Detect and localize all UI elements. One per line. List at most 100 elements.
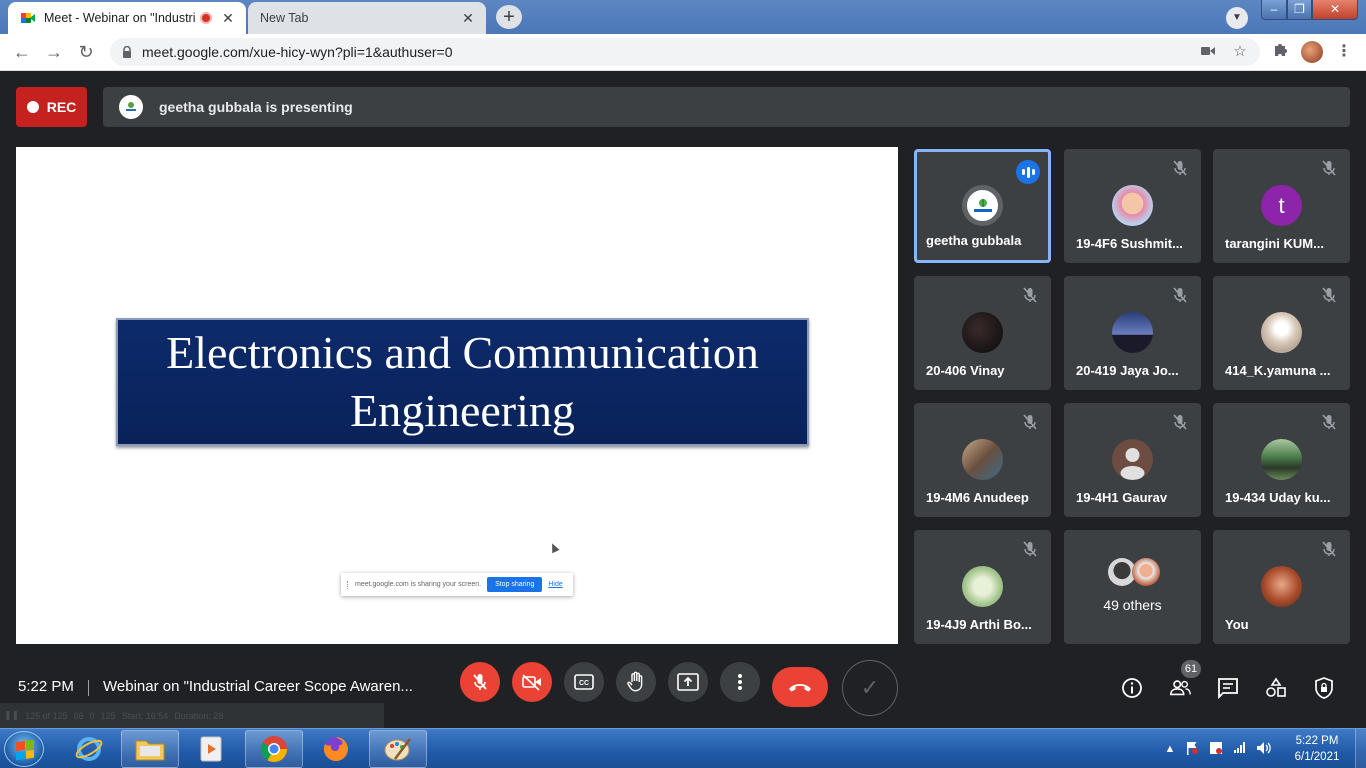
activities-button[interactable] bbox=[1264, 676, 1288, 700]
host-controls-button[interactable] bbox=[1312, 676, 1336, 700]
file-explorer-icon[interactable] bbox=[121, 730, 179, 768]
system-clock[interactable]: 5:22 PM 6/1/2021 bbox=[1280, 733, 1354, 765]
address-bar[interactable]: meet.google.com/xue-hicy-wyn?pli=1&authu… bbox=[110, 38, 1260, 66]
reload-icon[interactable]: ↻ bbox=[74, 40, 98, 64]
camera-toggle-button[interactable] bbox=[512, 662, 552, 702]
network-signal-icon[interactable] bbox=[1232, 741, 1248, 757]
more-options-button[interactable] bbox=[720, 662, 760, 702]
security-alert-icon[interactable] bbox=[1208, 741, 1224, 757]
shared-screen[interactable]: Electronics and Communication Engineerin… bbox=[16, 147, 898, 644]
minimize-window-button[interactable]: – bbox=[1261, 0, 1287, 20]
participant-tile[interactable]: geetha gubbala bbox=[914, 149, 1051, 263]
avatar bbox=[962, 312, 1003, 353]
pause-icon[interactable]: ❚❚ bbox=[4, 710, 19, 721]
action-center-flag-icon[interactable] bbox=[1184, 741, 1200, 757]
close-tab-icon[interactable]: ✕ bbox=[460, 10, 476, 27]
new-tab-button[interactable]: + bbox=[496, 5, 522, 29]
divider bbox=[88, 680, 89, 696]
mic-off-icon bbox=[1322, 541, 1336, 557]
forward-icon[interactable]: → bbox=[42, 40, 66, 64]
rec-label: REC bbox=[46, 99, 77, 115]
start-button[interactable] bbox=[4, 731, 44, 767]
participant-tile-others[interactable]: 49 others bbox=[1064, 530, 1201, 644]
internet-explorer-icon[interactable] bbox=[60, 730, 118, 768]
shield-lock-icon bbox=[1315, 677, 1333, 699]
meeting-title[interactable]: Webinar on "Industrial Career Scope Awar… bbox=[103, 678, 453, 695]
participant-name: geetha gubbala bbox=[926, 233, 1022, 248]
participant-tile[interactable]: 19-4M6 Anudeep bbox=[914, 403, 1051, 517]
speaking-indicator-icon bbox=[1016, 160, 1040, 184]
participant-tile[interactable]: 19-4H1 Gaurav bbox=[1064, 403, 1201, 517]
avatar bbox=[962, 566, 1003, 607]
people-icon bbox=[1169, 680, 1191, 696]
mic-off-icon bbox=[1322, 287, 1336, 303]
camera-in-use-icon[interactable] bbox=[1198, 42, 1218, 62]
presenting-banner: geetha gubbala is presenting bbox=[103, 87, 1350, 127]
chat-button[interactable] bbox=[1216, 676, 1240, 700]
paint-icon[interactable] bbox=[369, 730, 427, 768]
firefox-icon[interactable] bbox=[307, 730, 365, 768]
participant-tile[interactable]: 20-406 Vinay bbox=[914, 276, 1051, 390]
hide-link[interactable]: Hide bbox=[548, 581, 562, 588]
attendance-total: 125 of 125 bbox=[25, 710, 68, 721]
close-window-button[interactable]: ✕ bbox=[1312, 0, 1358, 20]
maximize-window-button[interactable]: ❐ bbox=[1287, 0, 1312, 20]
close-tab-icon[interactable]: ✕ bbox=[220, 10, 236, 27]
participant-name: 20-406 Vinay bbox=[926, 363, 1005, 378]
drag-grip-icon[interactable] bbox=[347, 580, 349, 589]
people-button[interactable] bbox=[1168, 676, 1192, 700]
participant-tile[interactable]: 414_K.yamuna ... bbox=[1213, 276, 1350, 390]
meeting-details-button[interactable] bbox=[1120, 676, 1144, 700]
tab-new-tab[interactable]: New Tab ✕ bbox=[248, 2, 486, 34]
browser-menu-icon[interactable]: ⋮ bbox=[1336, 42, 1352, 62]
attendance-duration: Duration: 28 bbox=[174, 710, 224, 721]
participant-tile[interactable]: 19-4F6 Sushmit... bbox=[1064, 149, 1201, 263]
people-count-badge: 61 bbox=[1181, 660, 1201, 678]
present-screen-icon bbox=[677, 673, 699, 691]
others-count: 49 others bbox=[1103, 597, 1162, 613]
stop-sharing-button[interactable]: Stop sharing bbox=[487, 577, 543, 592]
avatar bbox=[1261, 312, 1302, 353]
checkmark-icon[interactable]: ✓ bbox=[842, 660, 898, 716]
tab-meet[interactable]: Meet - Webinar on "Industri ✕ bbox=[8, 2, 246, 34]
meet-control-bar: 5:22 PM Webinar on "Industrial Career Sc… bbox=[0, 660, 1366, 730]
attendance-extension-bar[interactable]: ❚❚ 125 of 125 66 0 125 Start: 16:54 Dura… bbox=[0, 703, 384, 728]
present-now-button[interactable] bbox=[668, 662, 708, 702]
google-meet-icon bbox=[21, 13, 35, 23]
profile-avatar[interactable] bbox=[1301, 41, 1323, 63]
volume-icon[interactable] bbox=[1256, 741, 1272, 757]
show-hidden-icons-icon[interactable]: ▲ bbox=[1162, 741, 1178, 757]
participant-tile[interactable]: 19-434 Uday ku... bbox=[1213, 403, 1350, 517]
participant-name: tarangini KUM... bbox=[1225, 236, 1324, 251]
record-dot-icon bbox=[26, 101, 39, 113]
system-date: 6/1/2021 bbox=[1294, 751, 1340, 763]
windows-taskbar: ▲ 5:22 PM 6/1/2021 bbox=[0, 728, 1366, 768]
raise-hand-button[interactable] bbox=[616, 662, 656, 702]
participant-tile-self[interactable]: You bbox=[1213, 530, 1350, 644]
avatar bbox=[962, 439, 1003, 480]
leave-call-button[interactable] bbox=[772, 667, 828, 707]
chrome-icon[interactable] bbox=[245, 730, 303, 768]
media-player-icon[interactable] bbox=[182, 730, 240, 768]
windows-logo-icon bbox=[16, 739, 34, 761]
extensions-icon[interactable] bbox=[1270, 42, 1290, 62]
hand-icon bbox=[627, 671, 643, 692]
hang-up-icon bbox=[789, 684, 811, 692]
participant-tile[interactable]: 20-419 Jaya Jo... bbox=[1064, 276, 1201, 390]
tab-search-icon[interactable]: ▼ bbox=[1226, 7, 1248, 29]
participant-tile[interactable]: t tarangini KUM... bbox=[1213, 149, 1350, 263]
mic-toggle-button[interactable] bbox=[460, 662, 500, 702]
bookmark-star-icon[interactable]: ☆ bbox=[1230, 42, 1250, 62]
recording-badge[interactable]: REC bbox=[16, 87, 87, 127]
mic-off-icon bbox=[1322, 414, 1336, 430]
mic-off-icon bbox=[1173, 414, 1187, 430]
attendance-count: 125 bbox=[100, 710, 116, 721]
mic-off-icon bbox=[1322, 160, 1336, 176]
recording-indicator-icon bbox=[200, 12, 212, 24]
participant-tile[interactable]: 19-4J9 Arthi Bo... bbox=[914, 530, 1051, 644]
back-icon[interactable]: ← bbox=[10, 40, 34, 64]
svg-text:CC: CC bbox=[579, 680, 589, 687]
captions-button[interactable]: CC bbox=[564, 662, 604, 702]
show-desktop-button[interactable] bbox=[1355, 729, 1366, 768]
participant-name: 19-4H1 Gaurav bbox=[1076, 490, 1168, 505]
